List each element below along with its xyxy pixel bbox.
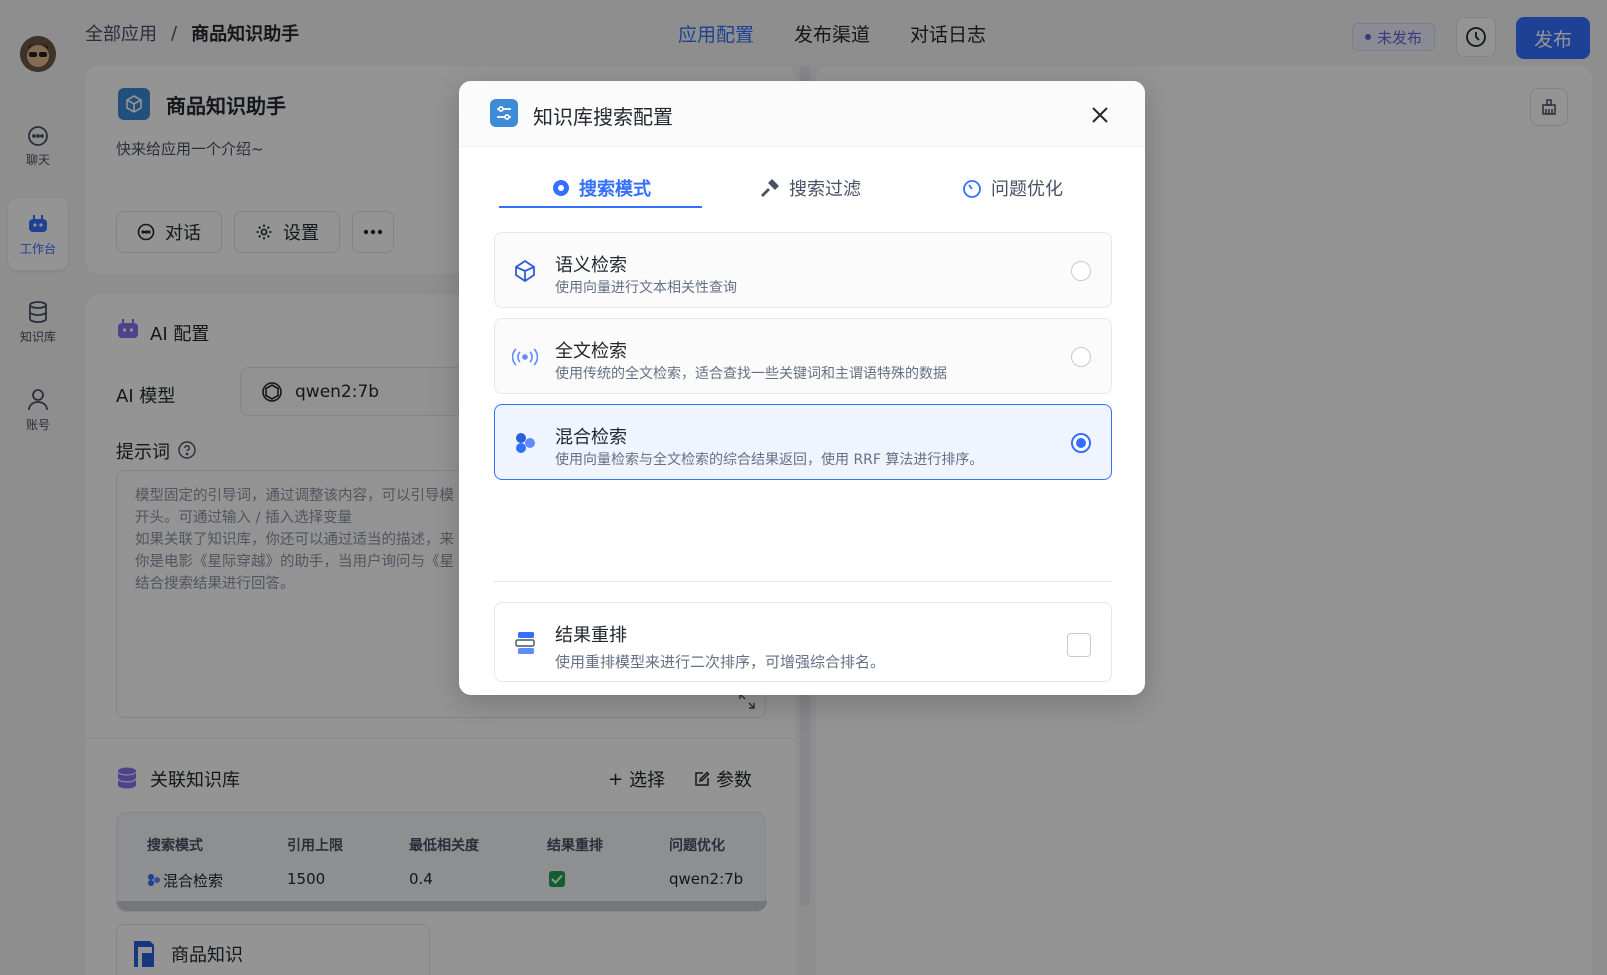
plug-icon <box>759 177 781 199</box>
gear-icon <box>551 178 571 198</box>
tab-question-optimize[interactable]: 问题优化 <box>961 173 1063 203</box>
option-title: 语义检索 <box>555 255 627 276</box>
timer-icon <box>961 177 983 199</box>
option-title: 全文检索 <box>555 341 627 362</box>
option-semantic-search[interactable]: 语义检索 使用向量进行文本相关性查询 <box>494 232 1112 308</box>
radio-semantic[interactable] <box>1071 261 1091 281</box>
option-title: 结果重排 <box>555 625 627 646</box>
tab-label: 搜索过滤 <box>789 179 861 200</box>
hybrid-icon <box>511 429 539 457</box>
radio-hybrid[interactable] <box>1071 433 1091 453</box>
option-desc: 使用重排模型来进行二次排序，可增强综合排名。 <box>555 653 886 671</box>
tab-label: 搜索模式 <box>579 179 651 200</box>
tab-search-mode[interactable]: 搜索模式 <box>551 173 651 203</box>
close-icon <box>1091 106 1109 124</box>
radio-fulltext[interactable] <box>1071 347 1091 367</box>
option-rerank[interactable]: 结果重排 使用重排模型来进行二次排序，可增强综合排名。 <box>494 602 1112 682</box>
tab-label: 问题优化 <box>991 179 1063 200</box>
option-title: 混合检索 <box>555 427 627 448</box>
rerank-icon <box>511 629 539 657</box>
active-tab-indicator <box>499 206 702 208</box>
kb-search-config-modal: 知识库搜索配置 搜索模式 搜索过滤 问题优化 语义检索 使用向量进行文本相关性查… <box>459 81 1145 695</box>
option-hybrid-search[interactable]: 混合检索 使用向量检索与全文检索的综合结果返回，使用 RRF 算法进行排序。 <box>494 404 1112 480</box>
rerank-checkbox[interactable] <box>1067 633 1091 657</box>
option-desc: 使用向量进行文本相关性查询 <box>555 280 737 296</box>
tab-search-filter[interactable]: 搜索过滤 <box>759 173 861 203</box>
divider <box>494 581 1112 582</box>
option-desc: 使用向量检索与全文检索的综合结果返回，使用 RRF 算法进行排序。 <box>555 452 984 468</box>
broadcast-icon <box>511 343 539 371</box>
close-button[interactable] <box>1085 100 1115 130</box>
settings-sliders-icon <box>490 99 518 127</box>
option-fulltext-search[interactable]: 全文检索 使用传统的全文检索，适合查找一些关键词和主谓语特殊的数据 <box>494 318 1112 394</box>
option-desc: 使用传统的全文检索，适合查找一些关键词和主谓语特殊的数据 <box>555 366 947 382</box>
network-icon <box>511 257 539 285</box>
modal-title: 知识库搜索配置 <box>533 105 673 129</box>
